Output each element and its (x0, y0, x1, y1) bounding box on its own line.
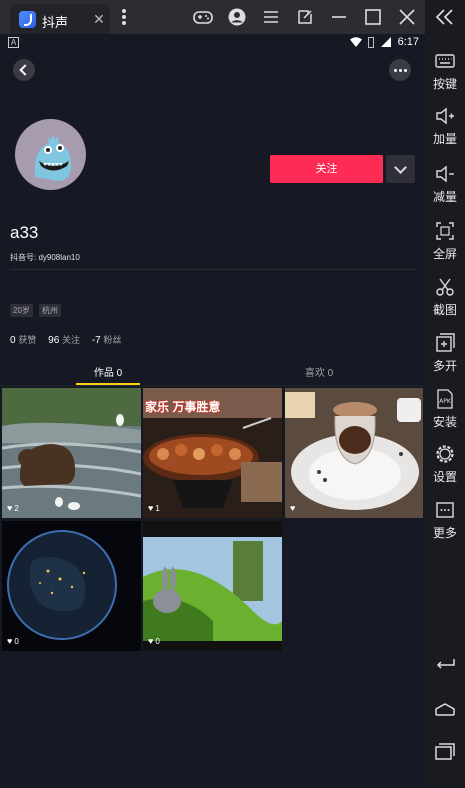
recents-nav-icon[interactable] (433, 741, 457, 761)
location-tag: 杭州 (39, 304, 61, 317)
sidebar-item-label: 更多 (432, 526, 457, 540)
status-bar: A 6:17 (0, 34, 425, 52)
sidebar-item-fullscreen[interactable]: 全屏 (425, 220, 465, 272)
android-screen: A 6:17 关注 a33 抖音号: dy908lan10 20岁 杭州 0 获… (0, 34, 425, 788)
bear-thumbnail (2, 388, 141, 518)
video-like-count: ♥ 1 (148, 503, 160, 513)
collapse-sidebar-icon[interactable] (433, 8, 457, 26)
more-options-button[interactable] (389, 59, 411, 81)
sidebar-item-volume-down[interactable]: 减量 (425, 163, 465, 215)
heart-icon: ♥ (148, 503, 154, 513)
earth-thumbnail (2, 521, 141, 651)
avatar[interactable] (15, 119, 86, 190)
apk-icon: APK (437, 389, 453, 409)
followers-label[interactable]: 粉丝 (104, 335, 122, 345)
heart-icon: ♥ (148, 636, 154, 646)
video-tile-earth[interactable]: ♥ 0 (2, 521, 141, 651)
wifi-icon (350, 37, 363, 48)
emulator-sidebar: 按键 加量 减量 全屏 截图 多开 APK 安装 设置 更多 (425, 0, 465, 788)
douyin-id: 抖音号: dy908lan10 (10, 253, 80, 262)
sidebar-item-label: 截图 (432, 303, 457, 317)
video-tile-dessert[interactable]: ♥ (285, 388, 423, 518)
tabs-divider (0, 385, 425, 386)
volume-up-icon (436, 107, 454, 125)
signal-icon (380, 37, 391, 48)
sidebar-item-label: 安装 (432, 415, 457, 429)
sidebar-item-settings[interactable]: 设置 (425, 443, 465, 495)
douyin-logo-icon (19, 11, 36, 28)
followers-count[interactable]: -7 (92, 335, 101, 346)
status-time: 6:17 (397, 36, 419, 49)
home-nav-icon[interactable] (433, 699, 457, 719)
maximize-icon[interactable] (362, 6, 384, 28)
sidebar-item-label: 加量 (432, 132, 457, 146)
sidebar-item-more[interactable]: 更多 (425, 499, 465, 551)
nickname: a33 (10, 223, 39, 242)
fullscreen-icon (436, 222, 454, 240)
sidebar-item-keys[interactable]: 按键 (425, 50, 465, 102)
video-tile-bbq[interactable]: 家乐 万事胜意 ♥ 1 (143, 388, 282, 518)
sidebar-item-label: 多开 (432, 359, 457, 373)
minimize-icon[interactable] (328, 6, 350, 28)
account-icon[interactable] (226, 6, 248, 28)
video-like-count: ♥ 0 (7, 636, 19, 646)
sidebar-item-screenshot[interactable]: 截图 (425, 276, 465, 328)
divider (10, 269, 416, 270)
gamepad-icon[interactable] (192, 6, 214, 28)
volume-down-icon (436, 165, 454, 183)
age-tag: 20岁 (10, 304, 33, 317)
sidebar-item-label: 设置 (432, 470, 457, 484)
bunny-thumbnail (143, 521, 282, 651)
sidebar-item-label: 按键 (432, 77, 457, 91)
tab-likes[interactable]: 喜欢 0 (287, 364, 351, 379)
scissors-icon (436, 278, 454, 296)
close-icon[interactable] (396, 6, 418, 28)
heart-icon: ♥ (7, 503, 13, 513)
emulator-titlebar: 抖声 ✕ (0, 0, 465, 34)
dessert-thumbnail (285, 388, 423, 518)
sidebar-item-multi-instance[interactable]: 多开 (425, 332, 465, 384)
following-label[interactable]: 关注 (62, 335, 80, 345)
heart-icon: ♥ (290, 503, 296, 513)
tab-works[interactable]: 作品 0 (76, 364, 140, 379)
tab-close-icon[interactable]: ✕ (92, 10, 106, 28)
bbq-overlay-text: 家乐 万事胜意 (145, 400, 221, 414)
sidebar-item-label: 全屏 (432, 247, 457, 261)
chevron-down-icon[interactable] (386, 155, 415, 183)
likes-label: 获赞 (18, 335, 37, 345)
video-tile-bunny[interactable]: ♥ 0 (143, 521, 282, 651)
window-menu-icon[interactable] (121, 9, 127, 27)
sidebar-item-volume-up[interactable]: 加量 (425, 105, 465, 157)
tab-title: 抖声 (42, 15, 69, 30)
profile-stats: 0 获赞 96 关注 -7 粉丝 (10, 333, 131, 346)
heart-icon: ♥ (7, 636, 13, 646)
popout-icon[interactable] (294, 6, 316, 28)
sidebar-item-label: 减量 (432, 190, 457, 204)
following-count[interactable]: 96 (48, 335, 59, 346)
video-like-count: ♥ 0 (148, 636, 160, 646)
sidebar-item-install[interactable]: APK 安装 (425, 388, 465, 440)
svg-text:APK: APK (439, 398, 452, 405)
video-tile-bear[interactable]: ♥ 2 (2, 388, 141, 518)
keyboard-icon (435, 54, 455, 68)
notification-icon: A (8, 37, 19, 48)
multi-instance-icon (436, 333, 455, 352)
follow-button[interactable]: 关注 (270, 155, 383, 183)
app-tab[interactable]: 抖声 ✕ (10, 4, 110, 34)
back-nav-icon[interactable] (433, 654, 457, 674)
settings-icon (436, 445, 454, 463)
back-button[interactable] (13, 59, 35, 81)
more-icon (436, 502, 454, 518)
menu-icon[interactable] (260, 6, 282, 28)
battery-icon (368, 36, 375, 48)
likes-count: 0 (10, 335, 16, 346)
video-like-count: ♥ 2 (7, 503, 19, 513)
video-like-count: ♥ (290, 503, 297, 513)
